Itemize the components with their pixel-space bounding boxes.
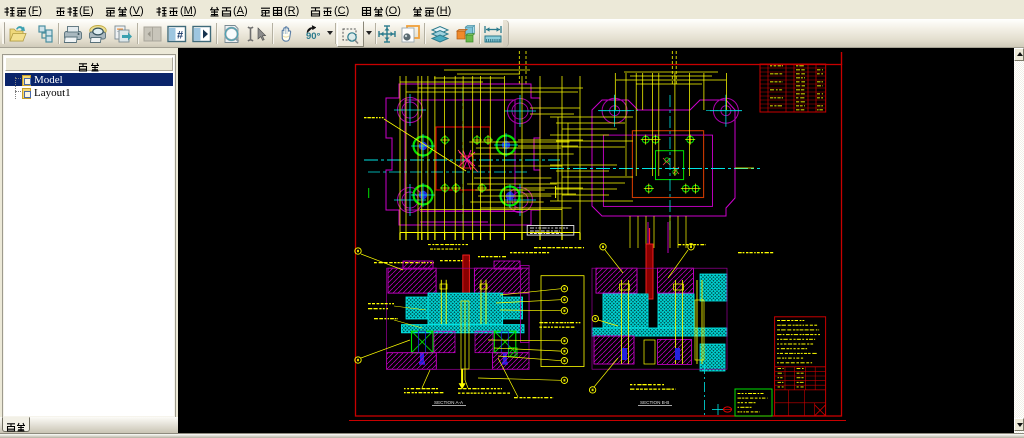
svg-text:SECTION B-B: SECTION B-B xyxy=(640,400,669,405)
svg-text:#: # xyxy=(177,30,183,42)
svg-text:SECTION A-A: SECTION A-A xyxy=(434,400,464,405)
svg-text:90°: 90° xyxy=(306,31,321,42)
